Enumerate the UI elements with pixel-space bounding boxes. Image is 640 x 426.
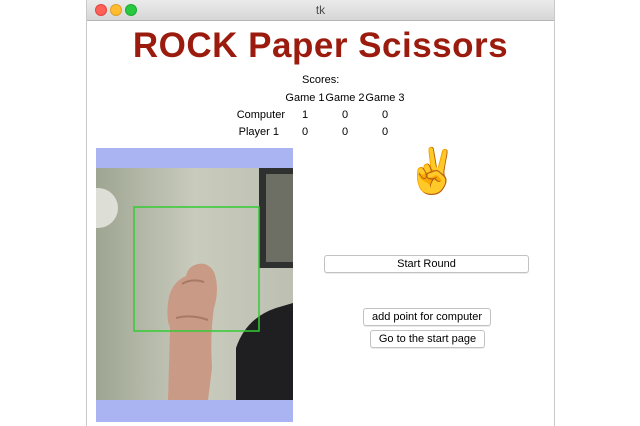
victory-hand-icon: ✌️	[405, 147, 460, 196]
camera-feed	[96, 148, 293, 422]
score-player-game-1: 0	[301, 126, 309, 138]
score-computer-game-1: 1	[301, 109, 309, 121]
row-label-player-1: Player 1	[238, 126, 279, 138]
score-computer-game-3: 0	[381, 109, 389, 121]
app-title: ROCK Paper Scissors	[132, 26, 509, 65]
app-window: tk ROCK Paper Scissors Scores: Game 1 Ga…	[86, 0, 555, 426]
score-player-game-3: 0	[381, 126, 389, 138]
score-player-game-2: 0	[341, 126, 349, 138]
column-header-game-3: Game 3	[365, 92, 405, 104]
column-header-game-1: Game 1	[285, 92, 325, 104]
add-point-for-computer-button[interactable]: add point for computer	[363, 308, 491, 326]
row-label-computer: Computer	[236, 109, 285, 121]
score-computer-game-2: 0	[341, 109, 349, 121]
title-bar: tk	[87, 0, 554, 21]
start-round-button[interactable]: Start Round	[324, 255, 529, 273]
window-title: tk	[315, 3, 326, 17]
column-header-game-2: Game 2	[325, 92, 365, 104]
webcam-image	[96, 168, 293, 400]
scores-label: Scores:	[302, 74, 340, 86]
go-to-start-page-button[interactable]: Go to the start page	[370, 330, 485, 348]
